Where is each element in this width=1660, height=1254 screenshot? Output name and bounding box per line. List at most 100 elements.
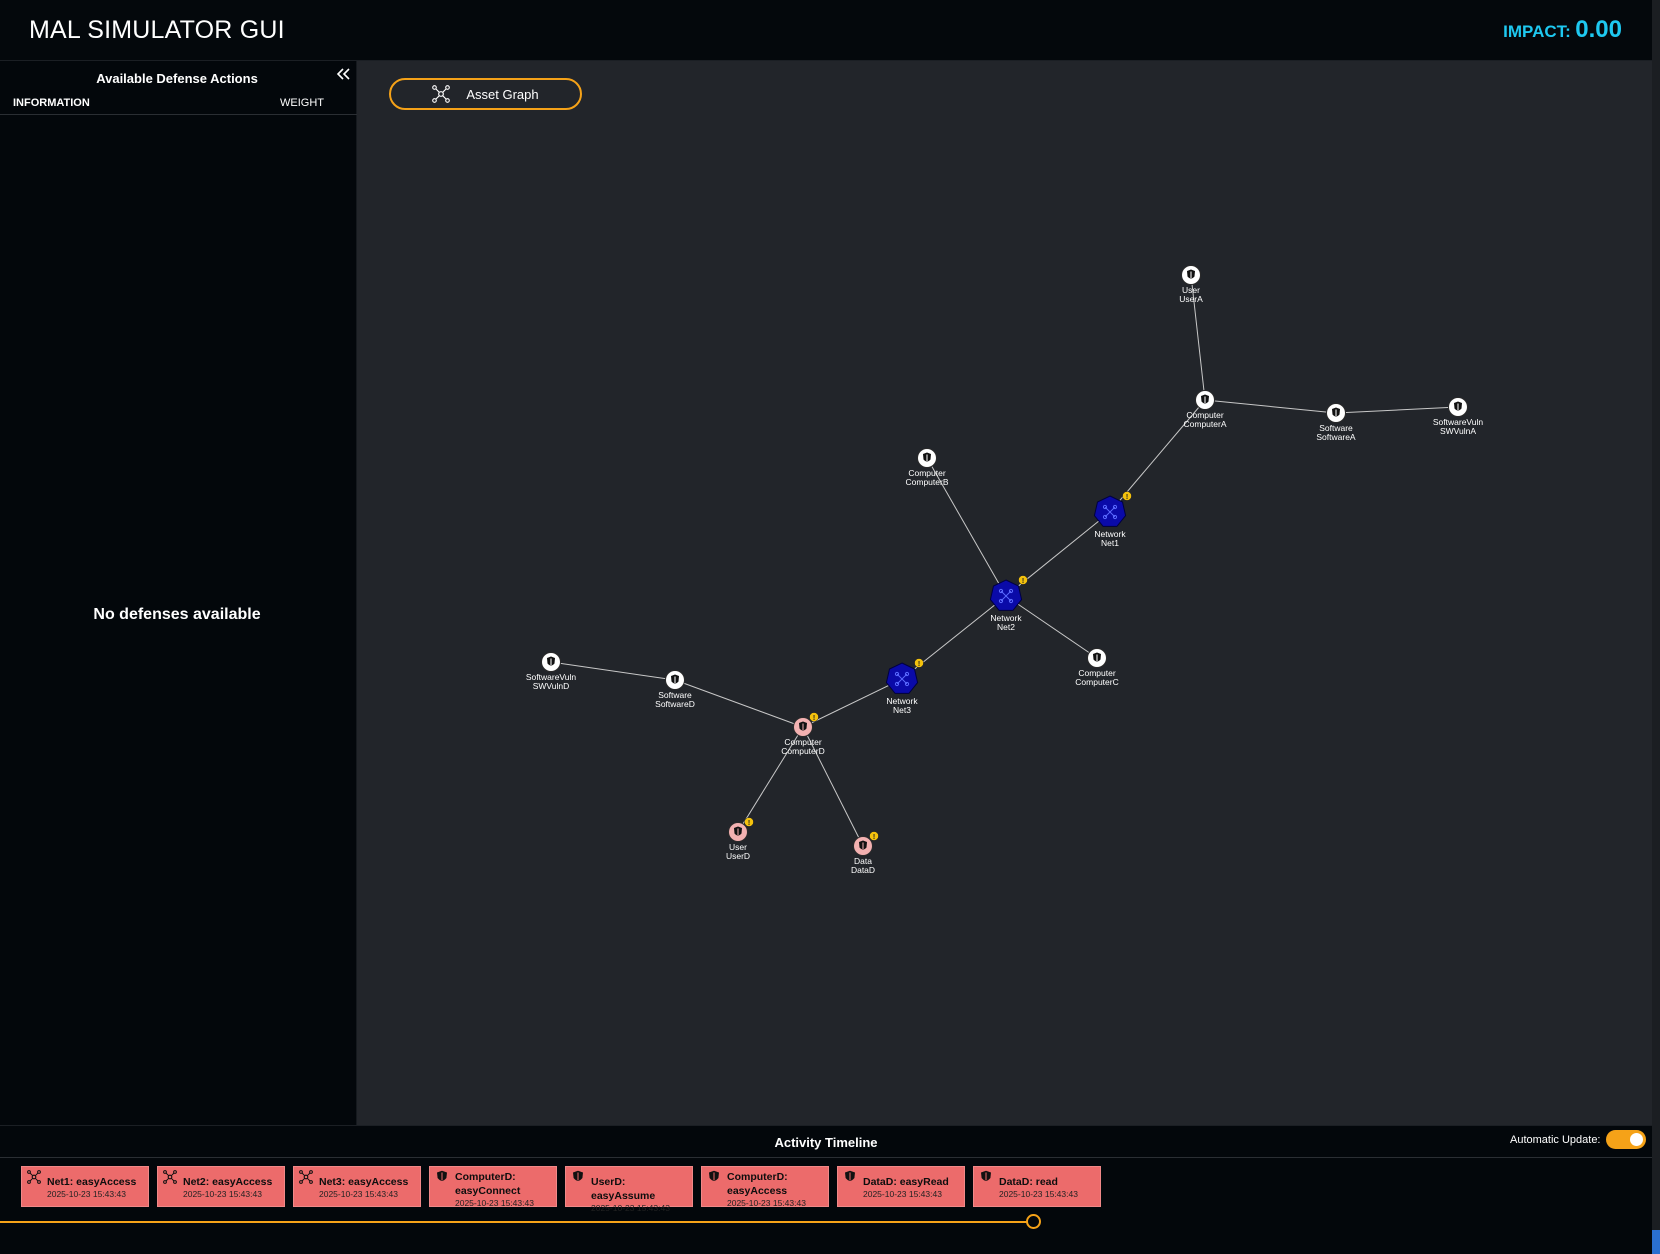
network-node-shape <box>885 662 919 694</box>
svg-text:!: ! <box>1022 578 1024 585</box>
shield-icon <box>671 674 679 684</box>
svg-text:!: ! <box>813 715 815 722</box>
node-name-label: ComputerB <box>906 477 949 487</box>
graph-node-softwared[interactable]: SoftwareSoftwareD <box>655 670 695 710</box>
toggle-knob <box>1630 1133 1643 1146</box>
event-title: ComputerD: easyAccess <box>727 1171 788 1197</box>
graph-edge <box>1005 595 1098 659</box>
event-timestamp: 2025-10-23 15:43:43 <box>47 1189 126 1199</box>
divider <box>0 114 357 115</box>
graph-node-swvulnd[interactable]: SoftwareVulnSWVulnD <box>526 652 577 692</box>
graph-node-usera[interactable]: UserUserA <box>1179 265 1203 305</box>
activity-timeline: Activity Timeline Automatic Update: Net1… <box>0 1125 1652 1254</box>
shield-icon <box>981 1170 991 1181</box>
timeline-event[interactable]: Net3: easyAccess 2025-10-23 15:43:43 <box>293 1166 421 1207</box>
shield-icon <box>1454 401 1462 411</box>
timeline-event[interactable]: DataD: read 2025-10-23 15:43:43 <box>973 1166 1101 1207</box>
shield-icon <box>734 826 742 836</box>
event-title: UserD: easyAssume <box>591 1176 656 1202</box>
network-nodes-icon <box>299 1170 313 1184</box>
timeline-event[interactable]: DataD: easyRead 2025-10-23 15:43:43 <box>837 1166 965 1207</box>
node-name-label: ComputerC <box>1075 677 1118 687</box>
auto-update-toggle[interactable] <box>1606 1130 1646 1149</box>
app-title: MAL SIMULATOR GUI <box>29 16 285 44</box>
graph-node-computerb[interactable]: ComputerComputerB <box>906 448 949 488</box>
defense-actions-panel: Available Defense Actions INFORMATION WE… <box>0 61 357 1125</box>
graph-node-net3[interactable]: !NetworkNet3 <box>885 658 924 716</box>
timeline-title: Activity Timeline <box>774 1135 878 1150</box>
graph-node-softwarea[interactable]: SoftwareSoftwareA <box>1316 403 1356 443</box>
graph-node-userd[interactable]: !UserUserD <box>726 817 754 862</box>
asset-graph-canvas[interactable]: UserUserA ComputerComputerA SoftwareSoftwa… <box>357 61 1652 1125</box>
graph-node-swvulna[interactable]: SoftwareVulnSWVulnA <box>1433 397 1484 437</box>
column-header-weight[interactable]: WEIGHT <box>280 97 324 109</box>
event-timestamp: 2025-10-23 15:43:43 <box>319 1189 398 1199</box>
graph-edge <box>1204 399 1337 414</box>
network-nodes-icon <box>163 1170 177 1184</box>
impact-readout: IMPACT: 0.00 <box>1503 16 1622 44</box>
svg-text:!: ! <box>748 820 750 827</box>
node-name-label: DataD <box>851 865 875 875</box>
timeline-event[interactable]: Net1: easyAccess 2025-10-23 15:43:43 <box>21 1166 149 1207</box>
svg-text:!: ! <box>1126 494 1128 501</box>
shield-icon <box>547 656 555 666</box>
shield-icon <box>573 1170 583 1181</box>
tab-label: Asset Graph <box>466 86 539 102</box>
timeline-scrubber-track[interactable] <box>0 1221 1033 1223</box>
node-name-label: SWVulnA <box>1440 426 1476 436</box>
panel-title: Available Defense Actions <box>96 71 258 86</box>
timeline-event[interactable]: ComputerD: easyConnect 2025-10-23 15:43:4… <box>429 1166 557 1208</box>
timeline-event[interactable]: UserD: easyAssume 2025-10-23 15:43:43 <box>565 1166 693 1213</box>
event-title: DataD: easyRead <box>863 1176 949 1188</box>
event-timestamp: 2025-10-23 15:43:43 <box>999 1189 1078 1199</box>
node-name-label: ComputerD <box>781 746 824 756</box>
graph-node-net2[interactable]: !NetworkNet2 <box>989 575 1028 633</box>
event-timestamp: 2025-10-23 15:43:43 <box>727 1198 806 1208</box>
double-chevron-left-icon <box>336 68 350 80</box>
graph-node-net1[interactable]: !NetworkNet1 <box>1093 491 1132 549</box>
column-header-information[interactable]: INFORMATION <box>13 97 90 109</box>
timeline-event[interactable]: ComputerD: easyAccess 2025-10-23 15:43:43 <box>701 1166 829 1208</box>
shield-icon <box>859 840 867 850</box>
page-scrollbar-thumb[interactable] <box>1652 1230 1660 1254</box>
svg-text:!: ! <box>918 661 920 668</box>
shield-icon <box>923 452 931 462</box>
graph-view: User UserA Computer ComputerA Software Softwa… <box>357 61 1652 1125</box>
alert-icon: ! <box>914 658 924 668</box>
event-title: DataD: read <box>999 1176 1058 1188</box>
shield-icon <box>1187 269 1195 279</box>
graph-edge <box>1335 406 1459 414</box>
network-node-shape <box>1093 495 1127 527</box>
graph-node-computera[interactable]: ComputerComputerA <box>1184 390 1227 430</box>
tab-asset-graph[interactable]: Asset Graph <box>389 78 582 110</box>
event-timestamp: 2025-10-23 15:43:43 <box>455 1198 534 1208</box>
auto-update-label: Automatic Update: <box>1510 1134 1601 1146</box>
alert-icon: ! <box>744 817 754 827</box>
alert-icon: ! <box>869 831 879 841</box>
empty-state-message: No defenses available <box>93 606 261 623</box>
node-name-label: Net1 <box>1101 538 1119 548</box>
collapse-sidebar-button[interactable] <box>334 66 352 84</box>
shield-icon <box>1332 407 1340 417</box>
shield-icon <box>1201 394 1209 404</box>
graph-node-computerd[interactable]: !ComputerComputerD <box>781 712 825 757</box>
timeline-event[interactable]: Net2: easyAccess 2025-10-23 15:43:43 <box>157 1166 285 1207</box>
graph-node-datad[interactable]: !DataDataD <box>851 831 879 876</box>
node-name-label: UserA <box>1179 294 1203 304</box>
event-title: ComputerD: easyConnect <box>455 1171 521 1197</box>
graph-node-computerc[interactable]: ComputerComputerC <box>1075 648 1119 688</box>
timeline-scrubber-handle[interactable] <box>1026 1214 1041 1229</box>
shield-icon <box>799 721 807 731</box>
event-title: Net1: easyAccess <box>47 1176 137 1188</box>
impact-value: 0.00 <box>1575 16 1622 43</box>
app-header: MAL SIMULATOR GUI IMPACT: 0.00 <box>0 0 1652 61</box>
page-scrollbar[interactable] <box>1652 0 1660 1254</box>
event-timestamp: 2025-10-23 15:43:43 <box>863 1189 942 1199</box>
network-nodes-icon <box>27 1170 41 1184</box>
network-node-shape <box>989 579 1023 611</box>
event-timestamp: 2025-10-23 15:43:43 <box>183 1189 262 1199</box>
node-name-label: ComputerA <box>1184 419 1227 429</box>
node-name-label: Net3 <box>893 705 911 715</box>
alert-icon: ! <box>1122 491 1132 501</box>
alert-icon: ! <box>1018 575 1028 585</box>
